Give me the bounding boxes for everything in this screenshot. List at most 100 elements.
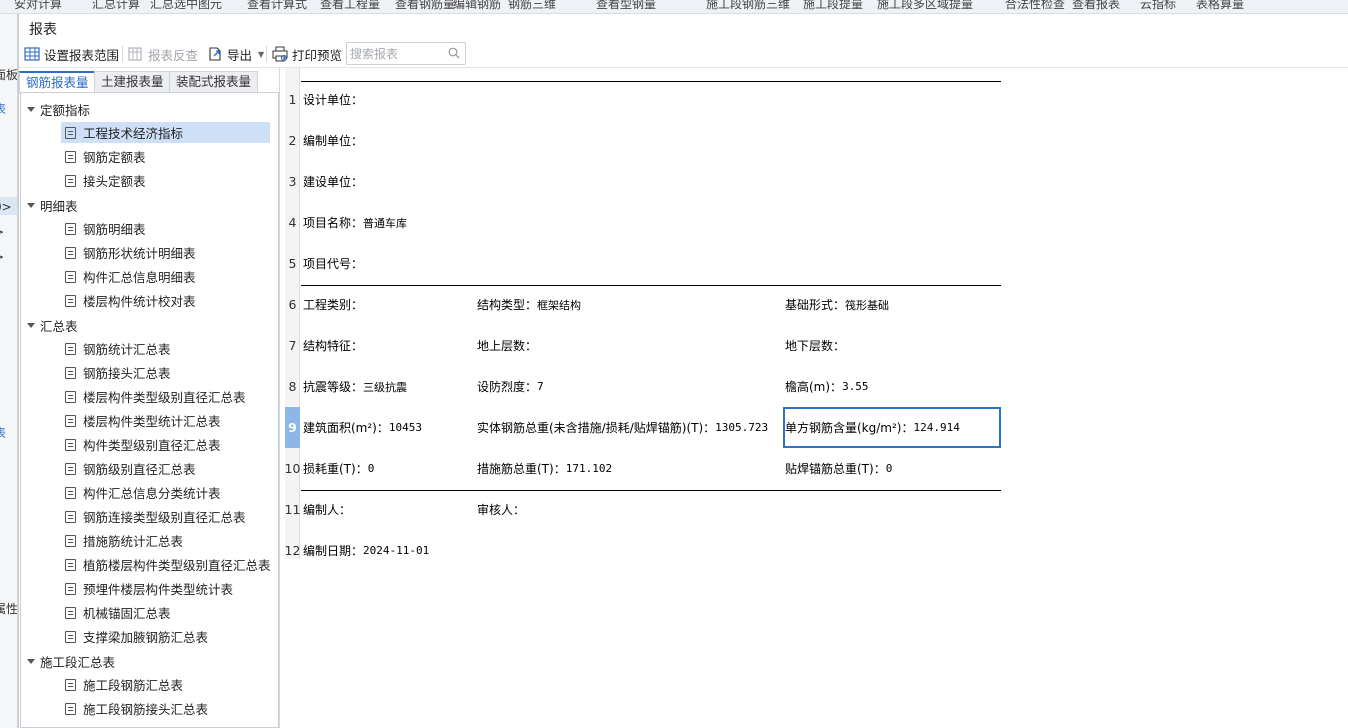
cell-label: 设防烈度：	[477, 380, 538, 394]
tab-civil-report[interactable]: 土建报表量	[94, 71, 171, 93]
report-cell[interactable]: 编制人：	[303, 489, 351, 530]
tab-prefab-report[interactable]: 装配式报表量	[169, 71, 259, 93]
report-cell[interactable]: 设计单位：	[303, 79, 363, 120]
tree-group[interactable]: 明细表	[27, 195, 78, 215]
report-cell[interactable]: 贴焊锚筋总重(T)： 0	[785, 448, 892, 489]
row-number[interactable]: 4	[285, 202, 300, 243]
report-sheet: 1 2 3 4 5 6 7 8 9 10 11 12 设计单位： 编制单位： 建设单位： 项目名称： 普通车库…	[285, 68, 1348, 728]
tree-item[interactable]: 钢筋级别直径汇总表	[61, 458, 200, 479]
tree-item[interactable]: 楼层构件统计校对表	[61, 290, 200, 311]
expand-arrow-icon[interactable]	[27, 658, 35, 664]
row-number[interactable]: 1	[285, 79, 300, 120]
background-left-panel: 面板表·0>>>表属性	[0, 14, 18, 728]
tree-item[interactable]: 钢筋统计汇总表	[61, 338, 175, 359]
tab-rebar-report[interactable]: 钢筋报表量	[19, 71, 96, 94]
report-cell[interactable]: 建设单位：	[303, 161, 363, 202]
row-number[interactable]: 9	[285, 407, 300, 448]
row-number-column: 1 2 3 4 5 6 7 8 9 10 11 12	[285, 68, 300, 559]
tree-item[interactable]: 钢筋定额表	[61, 146, 150, 167]
expand-arrow-icon[interactable]	[27, 322, 35, 328]
dropdown-arrow-icon: ▼	[258, 49, 265, 59]
report-cell[interactable]: 措施筋总重(T)： 171.102	[477, 448, 612, 489]
search-icon[interactable]	[448, 47, 460, 62]
row-number[interactable]: 12	[285, 530, 301, 571]
row-number[interactable]: 10	[285, 448, 301, 489]
document-icon	[65, 438, 76, 451]
export-button[interactable]: 导出 ▼	[207, 44, 264, 64]
row-number[interactable]: 2	[285, 120, 300, 161]
document-icon	[65, 222, 76, 235]
tree-item[interactable]: 钢筋形状统计明细表	[61, 242, 200, 263]
tree-item-label: 楼层构件类型统计汇总表	[83, 414, 221, 429]
report-cell[interactable]: 结构特征：	[303, 325, 363, 366]
dialog-title: 报表	[29, 22, 57, 38]
tree-item[interactable]: 构件汇总信息明细表	[61, 266, 200, 287]
tree-group[interactable]: 定额指标	[27, 99, 90, 119]
tree-item[interactable]: 工程技术经济指标	[61, 122, 270, 143]
background-menu-item: 表格算量	[1196, 0, 1245, 11]
tree-item-label: 工程技术经济指标	[83, 126, 184, 141]
report-cell[interactable]: 编制单位：	[303, 120, 363, 161]
reverse-check-button[interactable]: 报表反查	[128, 44, 198, 64]
report-cell[interactable]: 结构类型： 框架结构	[477, 284, 581, 325]
table-search-icon	[128, 46, 144, 62]
print-preview-button[interactable]: 打印预览	[272, 44, 342, 64]
report-cell[interactable]: 基础形式： 筏形基础	[785, 284, 889, 325]
divider-line	[301, 285, 1001, 286]
report-cell[interactable]: 审核人：	[477, 489, 525, 530]
row-number[interactable]: 8	[285, 366, 300, 407]
report-cell[interactable]: 损耗重(T)： 0	[303, 448, 374, 489]
row-number[interactable]: 6	[285, 284, 300, 325]
tree-item[interactable]: 预埋件楼层构件类型统计表	[61, 578, 237, 599]
report-cell[interactable]: 檐高(m)： 3.55	[785, 366, 869, 407]
tree-item[interactable]: 措施筋统计汇总表	[61, 530, 187, 551]
background-menu-item: 查看工程量	[320, 0, 381, 11]
set-range-button[interactable]: 设置报表范围	[24, 44, 119, 64]
background-fragment: >	[0, 225, 4, 239]
search-box	[346, 42, 466, 65]
tree-item[interactable]: 构件汇总信息分类统计表	[61, 482, 225, 503]
report-cell[interactable]: 地上层数：	[477, 325, 537, 366]
cell-value: 7	[537, 380, 544, 393]
tree-item[interactable]: 支撑梁加腋钢筋汇总表	[61, 626, 212, 647]
background-menubar: 安对计算 汇总计算 汇总选中图元 查看计算式 查看工程量 查看钢筋量 编辑钢筋 钢筋三维 查看型…	[0, 0, 1348, 14]
cell-label: 基础形式：	[785, 298, 846, 312]
row-number[interactable]: 11	[285, 489, 301, 530]
tree-item[interactable]: 钢筋明细表	[61, 218, 150, 239]
row-number[interactable]: 7	[285, 325, 300, 366]
report-cell[interactable]: 项目名称： 普通车库	[303, 202, 407, 243]
row-number[interactable]: 3	[285, 161, 300, 202]
tree-item[interactable]: 施工段钢筋接头汇总表	[61, 698, 212, 719]
tree-item[interactable]: 钢筋连接类型级别直径汇总表	[61, 506, 250, 527]
tree-item[interactable]: 植筋楼层构件类型级别直径汇总表	[61, 554, 275, 575]
cell-value: 0	[367, 462, 375, 475]
report-cell[interactable]: 建筑面积(m²)： 10453	[303, 407, 422, 448]
tree-group[interactable]: 汇总表	[27, 315, 78, 335]
tree-item[interactable]: 施工段钢筋汇总表	[61, 674, 187, 695]
expand-arrow-icon[interactable]	[27, 106, 35, 112]
background-fragment: 面板	[0, 68, 18, 82]
tree-item-label: 接头定额表	[83, 174, 146, 189]
tree-item[interactable]: 接头定额表	[61, 170, 150, 191]
report-cell[interactable]: 编制日期： 2024-11-01	[303, 530, 429, 571]
tree-item[interactable]: 楼层构件类型级别直径汇总表	[61, 386, 250, 407]
search-input[interactable]	[347, 43, 439, 64]
background-fragment: 表	[0, 424, 6, 441]
report-cell[interactable]: 抗震等级： 三级抗震	[303, 366, 407, 407]
document-icon	[65, 414, 76, 427]
expand-arrow-icon[interactable]	[27, 202, 35, 208]
tree-item[interactable]: 机械锚固汇总表	[61, 602, 175, 623]
cell-value: 3.55	[842, 380, 869, 393]
report-cell[interactable]: 实体钢筋总重(未含措施/损耗/贴焊锚筋)(T)： 1305.723	[477, 407, 768, 448]
cell-label: 工程类别：	[303, 298, 364, 312]
tree-item-label: 施工段钢筋接头汇总表	[83, 702, 209, 717]
tree-item[interactable]: 钢筋接头汇总表	[61, 362, 175, 383]
tree-group[interactable]: 施工段汇总表	[27, 651, 115, 671]
tree-item[interactable]: 构件类型级别直径汇总表	[61, 434, 225, 455]
report-cell[interactable]: 设防烈度： 7	[477, 366, 544, 407]
report-cell[interactable]: 工程类别：	[303, 284, 363, 325]
row-number[interactable]: 5	[285, 243, 300, 284]
report-cell[interactable]: 地下层数：	[785, 325, 845, 366]
report-cell[interactable]: 项目代号：	[303, 243, 363, 284]
tree-item[interactable]: 楼层构件类型统计汇总表	[61, 410, 225, 431]
